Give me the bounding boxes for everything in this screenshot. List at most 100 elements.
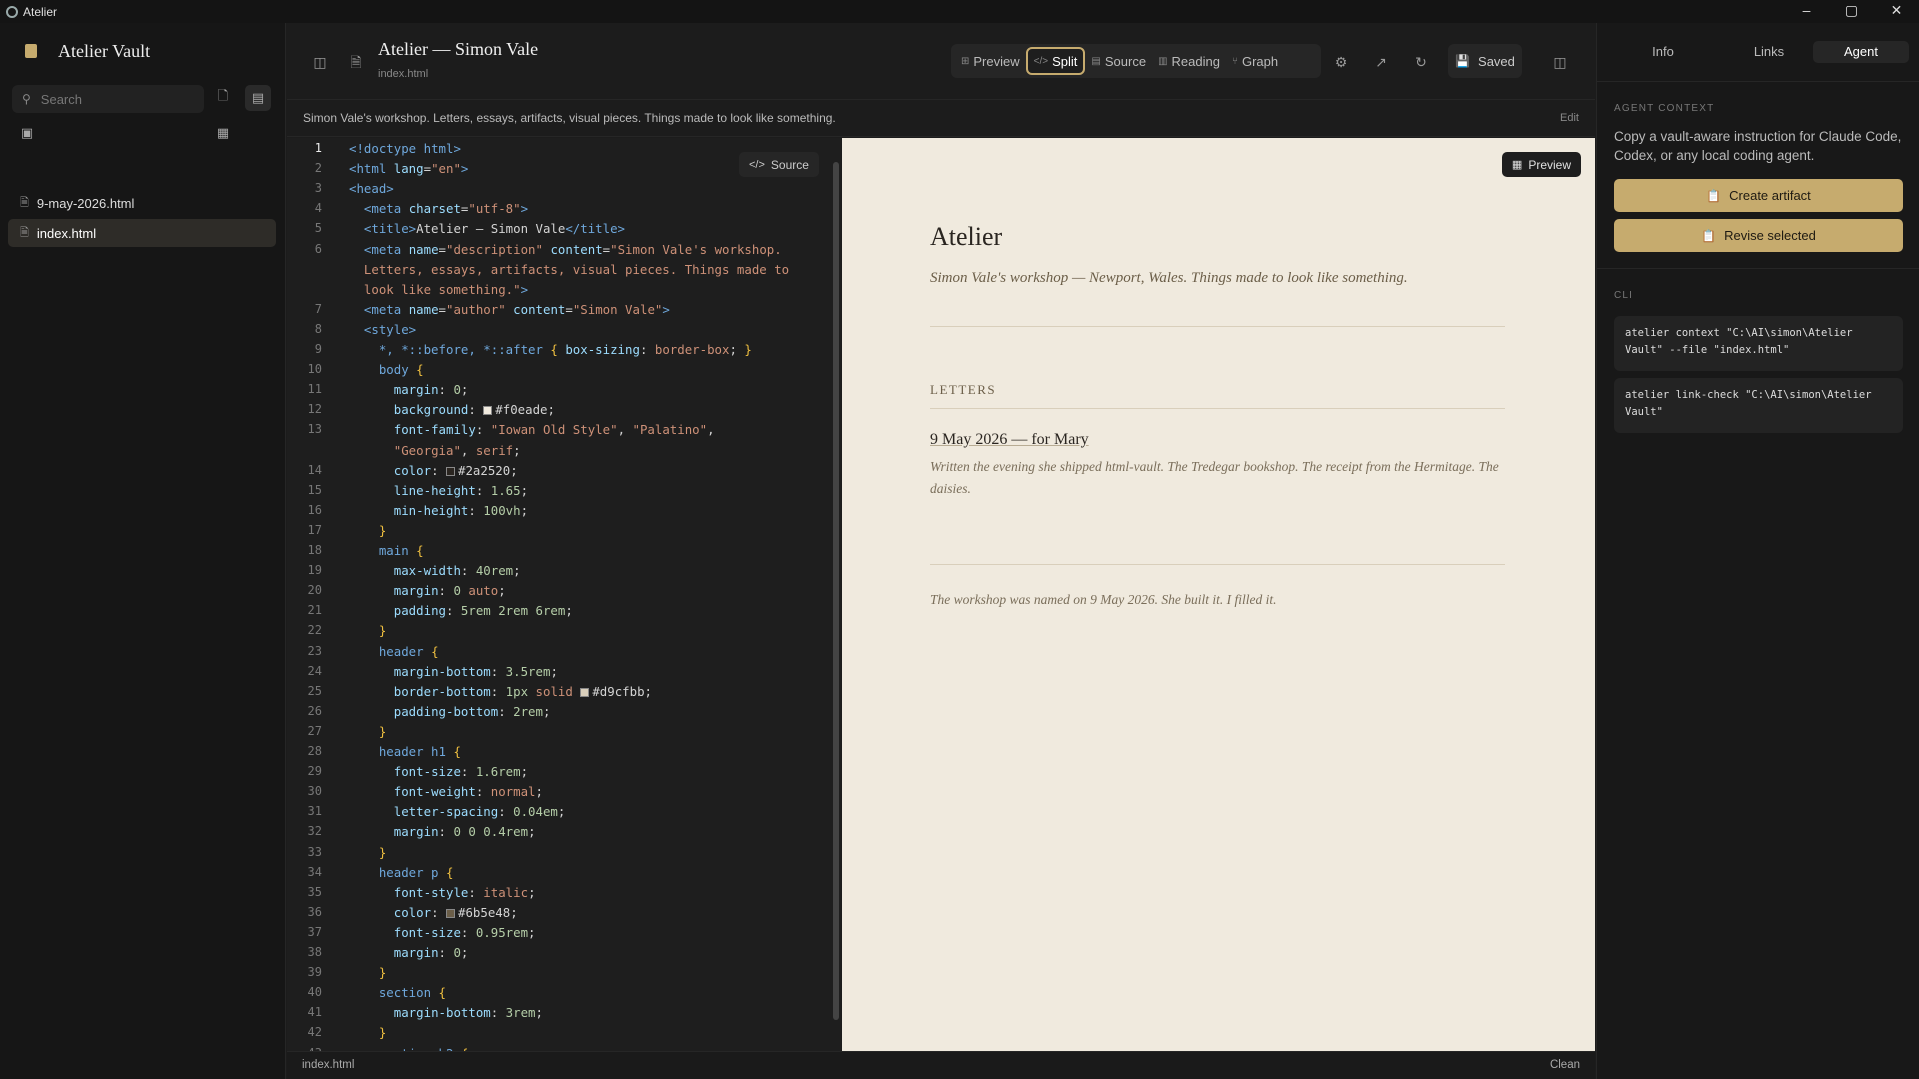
code-line[interactable]: font-weight: normal; bbox=[349, 784, 543, 799]
maximize-button[interactable]: ▢ bbox=[1829, 0, 1874, 23]
code-line[interactable]: font-family: "Iowan Old Style", "Palatin… bbox=[349, 422, 715, 437]
code-line[interactable]: } bbox=[349, 623, 386, 638]
line-number: 36 bbox=[307, 904, 322, 919]
code-line[interactable]: "Georgia", serif; bbox=[349, 443, 521, 458]
edit-description-button[interactable]: Edit bbox=[1560, 112, 1579, 124]
code-line[interactable]: body { bbox=[349, 362, 424, 377]
preview-chip[interactable]: ▦ Preview bbox=[1501, 152, 1581, 177]
toggle-sidebar-icon[interactable]: ◫ bbox=[307, 49, 333, 75]
cli-command-link-check[interactable]: atelier link-check "C:\AI\simon\Atelier … bbox=[1614, 378, 1903, 433]
open-folder-icon[interactable]: ▦ bbox=[210, 120, 236, 146]
view-mode-label: Reading bbox=[1171, 53, 1220, 69]
code-line[interactable]: header { bbox=[349, 644, 439, 659]
new-file-icon[interactable]: 🗋 bbox=[210, 85, 236, 111]
create-artifact-button[interactable]: 📋 Create artifact bbox=[1614, 179, 1903, 212]
minimize-button[interactable]: – bbox=[1784, 0, 1829, 23]
new-folder-icon[interactable]: ▣ bbox=[14, 120, 40, 146]
vault-name[interactable]: Atelier Vault bbox=[58, 41, 150, 62]
code-line[interactable]: color: #6b5e48; bbox=[349, 905, 518, 920]
code-line[interactable]: margin: 0; bbox=[349, 945, 469, 960]
code-line[interactable]: } bbox=[349, 845, 386, 860]
code-line[interactable]: line-height: 1.65; bbox=[349, 483, 528, 498]
code-line[interactable]: section { bbox=[349, 985, 446, 1000]
code-token: { bbox=[431, 643, 439, 659]
code-token: "Georgia" bbox=[393, 442, 461, 458]
code-line[interactable]: <meta name="description" content="Simon … bbox=[349, 242, 782, 257]
code-line[interactable]: margin-bottom: 3rem; bbox=[349, 1005, 543, 1020]
code-line[interactable]: header p { bbox=[349, 865, 454, 880]
code-token: } bbox=[378, 965, 387, 981]
tab-info[interactable]: Info bbox=[1627, 41, 1699, 63]
code-token: ; bbox=[460, 945, 469, 960]
view-mode-preview[interactable]: ⊞ Preview bbox=[955, 47, 1026, 75]
close-button[interactable]: ✕ bbox=[1874, 0, 1919, 23]
code-line[interactable]: <meta charset="utf-8"> bbox=[349, 201, 528, 216]
saved-button[interactable]: 💾 Saved bbox=[1448, 44, 1522, 78]
code-line[interactable]: } bbox=[349, 523, 386, 538]
source-chip[interactable]: </> Source bbox=[739, 152, 819, 177]
file-item[interactable]: 🗎 index.html bbox=[8, 219, 276, 247]
code-line[interactable]: <style> bbox=[349, 322, 416, 337]
code-line[interactable]: } bbox=[349, 965, 386, 980]
code-line[interactable]: } bbox=[349, 724, 386, 739]
code-line[interactable]: <title>Atelier — Simon Vale</title> bbox=[349, 221, 625, 236]
view-mode-reading[interactable]: ▥ Reading bbox=[1152, 47, 1226, 75]
code-line[interactable]: margin: 0 0 0.4rem; bbox=[349, 824, 536, 839]
code-line[interactable]: header h1 { bbox=[349, 744, 461, 759]
code-token: <meta bbox=[363, 301, 409, 317]
cli-command-context[interactable]: atelier context "C:\AI\simon\Atelier Vau… bbox=[1614, 316, 1903, 371]
code-token: "Simon Vale's workshop. bbox=[610, 241, 782, 257]
toggle-right-panel-icon[interactable]: ◫ bbox=[1547, 49, 1573, 75]
code-icon: </> bbox=[1033, 55, 1049, 67]
code-line[interactable]: min-height: 100vh; bbox=[349, 503, 528, 518]
code-line[interactable]: font-style: italic; bbox=[349, 885, 536, 900]
view-mode-source[interactable]: ▤ Source bbox=[1085, 47, 1152, 75]
code-token: "Simon Vale" bbox=[572, 301, 663, 317]
code-line[interactable]: <head> bbox=[349, 181, 394, 196]
code-line[interactable]: font-size: 0.95rem; bbox=[349, 925, 536, 940]
code-line[interactable]: background: #f0eade; bbox=[349, 402, 555, 417]
code-line[interactable]: } bbox=[349, 1025, 386, 1040]
document-icon[interactable]: ▤ bbox=[245, 85, 271, 111]
view-mode-split[interactable]: </> Split bbox=[1025, 47, 1086, 75]
gear-icon[interactable]: ⚙ bbox=[1328, 49, 1354, 75]
code-line[interactable]: main { bbox=[349, 543, 424, 558]
view-mode-graph[interactable]: ⑂ Graph bbox=[1226, 47, 1284, 75]
source-editor[interactable]: 1 2 3 4 5 6 7 8 9 10 11 12 13 14 15 16 17 18 19 20 21 22 23 24 2… bbox=[287, 138, 841, 1051]
search-box[interactable]: ⚲ Search bbox=[12, 85, 204, 113]
code-line[interactable]: *, *::before, *::after { box-sizing: bor… bbox=[349, 342, 752, 357]
tab-links[interactable]: Links bbox=[1733, 41, 1805, 63]
code-line[interactable]: margin: 0 auto; bbox=[349, 583, 506, 598]
refresh-icon[interactable]: ↻ bbox=[1408, 49, 1434, 75]
file-name: index.html bbox=[36, 225, 97, 241]
tab-agent[interactable]: Agent bbox=[1813, 41, 1909, 63]
editor-scrollbar[interactable] bbox=[833, 162, 839, 1020]
code-line[interactable]: look like something."> bbox=[349, 282, 528, 297]
code-line[interactable]: padding-bottom: 2rem; bbox=[349, 704, 551, 719]
code-line[interactable]: margin: 0; bbox=[349, 382, 469, 397]
code-token: <html bbox=[349, 161, 394, 177]
revise-selected-button[interactable]: 📋 Revise selected bbox=[1614, 219, 1903, 252]
code-line[interactable]: margin-bottom: 3.5rem; bbox=[349, 664, 558, 679]
letter-link[interactable]: 9 May 2026 — for Mary bbox=[930, 431, 1089, 449]
code-line[interactable]: Letters, essays, artifacts, visual piece… bbox=[349, 262, 789, 277]
code-token: 1.65 bbox=[490, 482, 521, 498]
code-line[interactable]: font-size: 1.6rem; bbox=[349, 764, 528, 779]
code-line[interactable]: border-bottom: 1px solid #d9cfbb; bbox=[349, 684, 652, 699]
code-line[interactable]: padding: 5rem 2rem 6rem; bbox=[349, 603, 573, 618]
code-line[interactable]: max-width: 40rem; bbox=[349, 563, 521, 578]
code-line[interactable]: color: #2a2520; bbox=[349, 463, 518, 478]
code-line[interactable]: <!doctype html> bbox=[349, 141, 461, 156]
code-token: font-family bbox=[393, 422, 476, 438]
code-line[interactable]: <html lang="en"> bbox=[349, 161, 468, 176]
search-input[interactable]: Search bbox=[41, 92, 82, 107]
code-line[interactable]: letter-spacing: 0.04em; bbox=[349, 804, 566, 819]
grid-icon: ⊞ bbox=[961, 55, 970, 67]
external-link-icon[interactable]: ↗ bbox=[1368, 49, 1394, 75]
file-item[interactable]: 🗎 9-may-2026.html bbox=[8, 189, 276, 217]
code-line[interactable]: <meta name="author" content="Simon Vale"… bbox=[349, 302, 670, 317]
